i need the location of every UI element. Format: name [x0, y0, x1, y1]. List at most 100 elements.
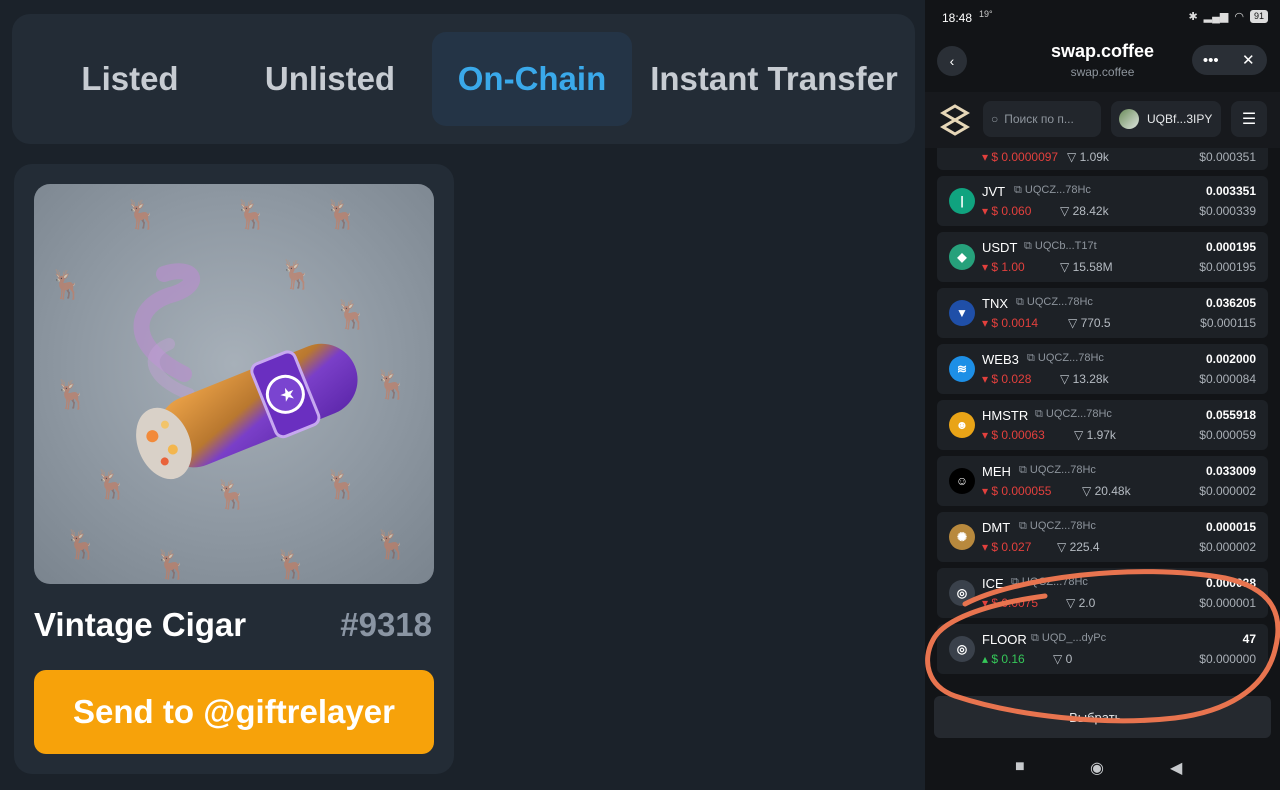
token-liquidity: ▽ 770.5	[1068, 316, 1111, 330]
status-temperature: 19°	[979, 9, 993, 19]
gift-card: 🦌 🦌 🦌 🦌 🦌 🦌 🦌 🦌 🦌 🦌 🦌 🦌 🦌 🦌 🦌 ★ Vintage …	[14, 164, 454, 774]
svg-text:🦌: 🦌	[154, 548, 189, 581]
svg-text:🦌: 🦌	[64, 528, 99, 561]
token-contract-link[interactable]: ⧉ UQD_...dyPc	[1031, 632, 1106, 645]
token-contract-link[interactable]: ⧉ UQCZ...78Hc	[1014, 184, 1091, 197]
token-symbol: DMT	[982, 520, 1011, 535]
token-row-meh[interactable]: ☺ MEH ⧉ UQCZ...78Hc ▾ $ 0.000055 ▽ 20.48k 0.0…	[937, 456, 1268, 506]
phone-screen: 18:48 19° ✱ ▂▄▆ ◠ 91 ‹ swap.coffee swap.…	[925, 0, 1280, 790]
token-row-jvt[interactable]: | JVT ⧉ UQCZ...78Hc ▾ $ 0.060 ▽ 28.42k 0.0033…	[937, 176, 1268, 226]
token-price: ▾ $ 0.00063	[982, 428, 1045, 442]
token-usd-value: $0.000339	[1199, 204, 1256, 218]
external-link-icon: ⧉	[1016, 296, 1027, 308]
wallet-button[interactable]: UQBf...3IPY	[1111, 101, 1221, 137]
app-header: ‹ swap.coffee swap.coffee ••• ✕	[925, 34, 1280, 88]
select-button[interactable]: Выбрать ...	[934, 696, 1271, 738]
svg-text:🦌: 🦌	[279, 258, 314, 291]
tab-unlisted[interactable]: Unlisted	[230, 32, 430, 126]
external-link-icon: ⧉	[1027, 352, 1038, 364]
token-usd-value: $0.000084	[1199, 372, 1256, 386]
gift-title: Vintage Cigar	[34, 606, 247, 643]
svg-text:🦌: 🦌	[214, 478, 249, 511]
token-row-web3[interactable]: ≋ WEB3 ⧉ UQCZ...78Hc ▾ $ 0.028 ▽ 13.28k 0.002…	[937, 344, 1268, 394]
token-usd-value: $0.000000	[1199, 652, 1256, 666]
token-address: UQCZ...78Hc	[1024, 184, 1091, 196]
token-liquidity: ▽ 13.28k	[1060, 372, 1109, 386]
send-gift-button[interactable]: Send to @giftrelayer	[34, 670, 434, 754]
token-liquidity: ▽ 2.0	[1066, 596, 1096, 610]
JVT-icon: |	[949, 188, 975, 214]
token-liquidity: ▽ 20.48k	[1082, 484, 1131, 498]
gift-number: #9318	[340, 606, 432, 643]
token-search-input[interactable]: ○ Поиск по п...	[983, 101, 1101, 137]
search-icon: ○	[991, 112, 999, 126]
token-symbol: FLOOR	[982, 632, 1027, 647]
back-icon[interactable]: ◀	[1170, 758, 1182, 778]
token-balance: 0.003351	[1205, 184, 1256, 198]
token-liquidity: ▽ 28.42k	[1060, 204, 1109, 218]
svg-text:🦌: 🦌	[374, 368, 409, 401]
token-row-usdt[interactable]: ◆ USDT ⧉ UQCb...T17t ▾ $ 1.00 ▽ 15.58M 0.0001…	[937, 232, 1268, 282]
token-balance: 47	[1242, 632, 1256, 646]
token-balance: 0.033009	[1205, 464, 1256, 478]
close-icon[interactable]: ✕	[1230, 45, 1268, 75]
token-contract-link[interactable]: ⧉ UQCZ...78Hc	[1016, 296, 1093, 309]
token-liquidity: ▽ 15.58M	[1060, 260, 1113, 274]
token-contract-link[interactable]: ⧉ UQCZ...78Hc	[1019, 464, 1096, 477]
external-link-icon: ⧉	[1014, 184, 1025, 196]
tab-instant-transfer[interactable]: Instant Transfer	[634, 32, 914, 126]
svg-text:🦌: 🦌	[49, 268, 84, 301]
token-contract-link[interactable]: ⧉ UQCZ...78Hc	[1027, 352, 1104, 365]
svg-text:🦌: 🦌	[324, 198, 359, 231]
token-contract-link[interactable]: ⧉ UQCZ...78Hc	[1035, 408, 1112, 421]
token-symbol: WEB3	[982, 352, 1019, 367]
recent-apps-icon[interactable]: ■	[1015, 758, 1025, 776]
token-symbol: JVT	[982, 184, 1006, 199]
svg-text:🦌: 🦌	[274, 548, 309, 581]
token-price: ▾ $ 0.028	[982, 372, 1032, 386]
svg-text:🦌: 🦌	[94, 468, 129, 501]
menu-button[interactable]: ☰	[1231, 101, 1267, 137]
home-icon[interactable]: ◉	[1090, 758, 1104, 778]
token-contract-link[interactable]: ⧉ UQCZ...78Hc	[1019, 520, 1096, 533]
token-balance: 0.000015	[1205, 520, 1256, 534]
placeholder-token-icon: ◎	[949, 580, 975, 606]
swap-toolbar: ○ Поиск по п... UQBf...3IPY ☰	[925, 92, 1280, 148]
token-address: UQCb...T17t	[1034, 240, 1097, 252]
token-liquidity: ▽ 225.4	[1057, 540, 1100, 554]
diamond-icon: ▼	[949, 300, 975, 326]
token-row-floor[interactable]: ◎ FLOOR ⧉ UQD_...dyPc ▴ $ 0.16 ▽ 0 47 $0.00000…	[937, 624, 1268, 674]
tab-on-chain[interactable]: On-Chain	[432, 32, 632, 126]
token-contract-link[interactable]: ⧉ UQCb...T17t	[1024, 240, 1097, 253]
meh-face-icon: ☺	[949, 468, 975, 494]
token-price: ▾ $ 0.0000097	[982, 150, 1059, 164]
token-row-tnx[interactable]: ▼ TNX ⧉ UQCZ...78Hc ▾ $ 0.0014 ▽ 770.5 0.0362…	[937, 288, 1268, 338]
token-symbol: HMSTR	[982, 408, 1029, 423]
bluetooth-icon: ✱	[1188, 11, 1198, 23]
token-row-ice[interactable]: ◎ ICE ⧉ UQCZ...78Hc ▾ $ 0.0075 ▽ 2.0 0.000038…	[937, 568, 1268, 618]
token-price: ▾ $ 1.00	[982, 260, 1025, 274]
token-row-partial[interactable]: ▾ $ 0.0000097 ▽ 1.09k $0.000351	[937, 148, 1268, 170]
token-usd-value: $0.000001	[1199, 596, 1256, 610]
external-link-icon: ⧉	[1019, 520, 1030, 532]
tab-listed[interactable]: Listed	[30, 32, 230, 126]
token-symbol: USDT	[982, 240, 1018, 255]
token-balance: 0.055918	[1205, 408, 1256, 422]
svg-text:🦌: 🦌	[374, 528, 409, 561]
svg-text:🦌: 🦌	[334, 298, 369, 331]
token-liquidity: ▽ 0	[1053, 652, 1073, 666]
external-link-icon: ⧉	[1011, 576, 1022, 588]
tab-bar: Listed Unlisted On-Chain Instant Transfe…	[12, 14, 915, 144]
web3-icon: ≋	[949, 356, 975, 382]
dmt-icon: ✺	[949, 524, 975, 550]
token-contract-link[interactable]: ⧉ UQCZ...78Hc	[1011, 576, 1088, 589]
header-actions: ••• ✕	[1192, 45, 1267, 75]
wifi-icon: ◠	[1234, 11, 1244, 23]
swap-coffee-logo[interactable]	[939, 104, 971, 136]
token-row-dmt[interactable]: ✺ DMT ⧉ UQCZ...78Hc ▾ $ 0.027 ▽ 225.4 0.00001…	[937, 512, 1268, 562]
placeholder-token-icon: ◎	[949, 636, 975, 662]
android-nav-bar: ■ ◉ ◀	[925, 746, 1280, 790]
token-row-hmstr[interactable]: ☻ HMSTR ⧉ UQCZ...78Hc ▾ $ 0.00063 ▽ 1.97k 0.0…	[937, 400, 1268, 450]
more-icon[interactable]: •••	[1192, 45, 1230, 75]
hamster-icon: ☻	[949, 412, 975, 438]
